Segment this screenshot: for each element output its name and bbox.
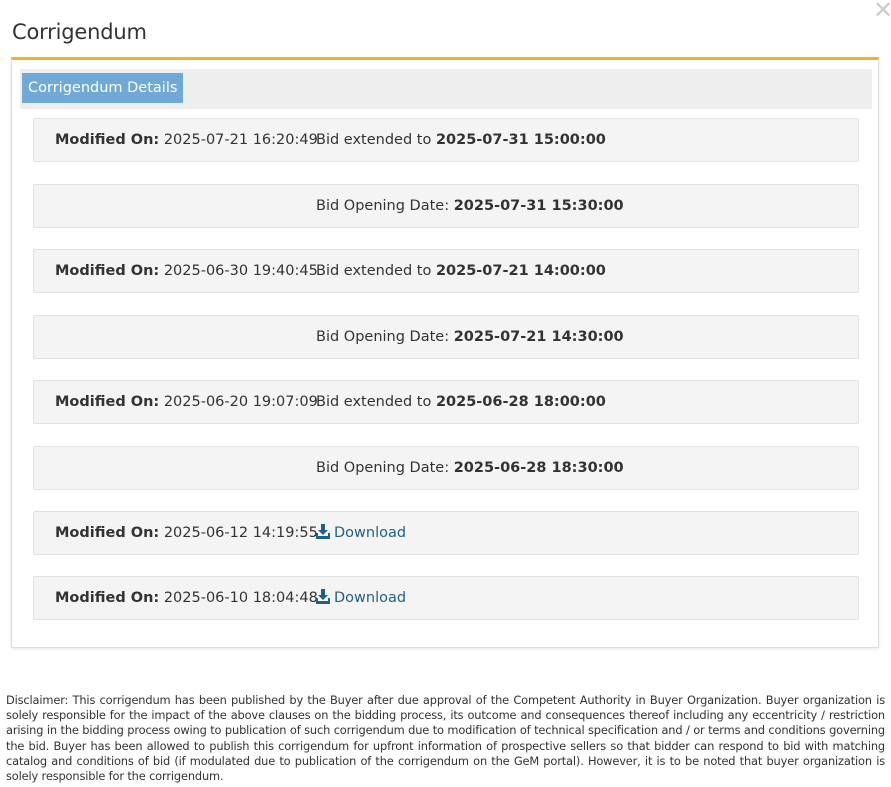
corrigendum-row: Modified On: 2025-06-30 19:40:45 Bid ext…	[33, 249, 859, 293]
panel-header: Corrigendum Details	[20, 69, 872, 109]
download-label[interactable]: Download	[334, 525, 406, 541]
modified-on-label: Modified On:	[55, 263, 160, 279]
download-icon[interactable]	[316, 523, 330, 539]
corrigendum-row: Bid Opening Date: 2025-07-31 15:30:00	[33, 184, 859, 228]
download-link[interactable]: Download	[316, 577, 406, 619]
modified-on-label: Modified On:	[55, 590, 160, 606]
disclaimer-text: Disclaimer: This corrigendum has been pu…	[6, 693, 885, 784]
corrigendum-row: Modified On: 2025-06-20 19:07:09 Bid ext…	[33, 380, 859, 424]
modal-title: Corrigendum	[12, 20, 147, 44]
modified-on: Modified On: 2025-06-20 19:07:09	[55, 381, 318, 423]
corrigendum-row: Bid Opening Date: 2025-07-21 14:30:00	[33, 315, 859, 359]
bid-opening-label: Bid Opening Date:	[316, 329, 450, 345]
modified-on: Modified On: 2025-06-12 14:19:55	[55, 512, 318, 554]
modified-on-value: 2025-06-10 18:04:48	[163, 590, 318, 606]
download-icon[interactable]	[316, 588, 330, 604]
bid-opening-date: 2025-07-31 15:30:00	[453, 198, 624, 214]
bid-opening-label: Bid Opening Date:	[316, 198, 450, 214]
bid-opening-date: 2025-07-21 14:30:00	[453, 329, 624, 345]
corrigendum-row: Modified On: 2025-07-21 16:20:49 Bid ext…	[33, 118, 859, 162]
download-label[interactable]: Download	[334, 590, 406, 606]
corrigendum-panel: Corrigendum Details Modified On: 2025-07…	[11, 57, 879, 648]
modified-on: Modified On: 2025-06-30 19:40:45	[55, 250, 318, 292]
modified-on-value: 2025-06-12 14:19:55	[163, 525, 318, 541]
modified-on-value: 2025-06-20 19:07:09	[163, 394, 318, 410]
bid-opening-label: Bid Opening Date:	[316, 460, 450, 476]
bid-extended-label: Bid extended to	[316, 394, 432, 410]
bid-extended-label: Bid extended to	[316, 132, 432, 148]
corrigendum-row: Bid Opening Date: 2025-06-28 18:30:00	[33, 446, 859, 490]
bid-extended-text: Bid extended to 2025-06-28 18:00:00	[316, 381, 606, 423]
bid-extended-date: 2025-07-21 14:00:00	[435, 263, 606, 279]
bid-extended-label: Bid extended to	[316, 263, 432, 279]
modified-on: Modified On: 2025-06-10 18:04:48	[55, 577, 318, 619]
bid-opening-text: Bid Opening Date: 2025-07-31 15:30:00	[316, 185, 624, 227]
corrigendum-row: Modified On: 2025-06-12 14:19:55 Downloa…	[33, 511, 859, 555]
bid-extended-date: 2025-06-28 18:00:00	[435, 394, 606, 410]
modified-on: Modified On: 2025-07-21 16:20:49	[55, 119, 318, 161]
bid-opening-text: Bid Opening Date: 2025-06-28 18:30:00	[316, 447, 624, 489]
modified-on-value: 2025-06-30 19:40:45	[163, 263, 318, 279]
bid-opening-date: 2025-06-28 18:30:00	[453, 460, 624, 476]
tab-corrigendum-details[interactable]: Corrigendum Details	[22, 73, 184, 103]
download-link-text[interactable]: Download	[316, 523, 406, 541]
download-link-text[interactable]: Download	[316, 588, 406, 606]
bid-extended-date: 2025-07-31 15:00:00	[435, 132, 606, 148]
modified-on-value: 2025-07-21 16:20:49	[163, 132, 318, 148]
download-link[interactable]: Download	[316, 512, 406, 554]
bid-extended-text: Bid extended to 2025-07-21 14:00:00	[316, 250, 606, 292]
corrigendum-row: Modified On: 2025-06-10 18:04:48 Downloa…	[33, 576, 859, 620]
modified-on-label: Modified On:	[55, 394, 160, 410]
close-icon[interactable]: ✕	[873, 0, 891, 22]
bid-extended-text: Bid extended to 2025-07-31 15:00:00	[316, 119, 606, 161]
bid-opening-text: Bid Opening Date: 2025-07-21 14:30:00	[316, 316, 624, 358]
modified-on-label: Modified On:	[55, 525, 160, 541]
modified-on-label: Modified On:	[55, 132, 160, 148]
